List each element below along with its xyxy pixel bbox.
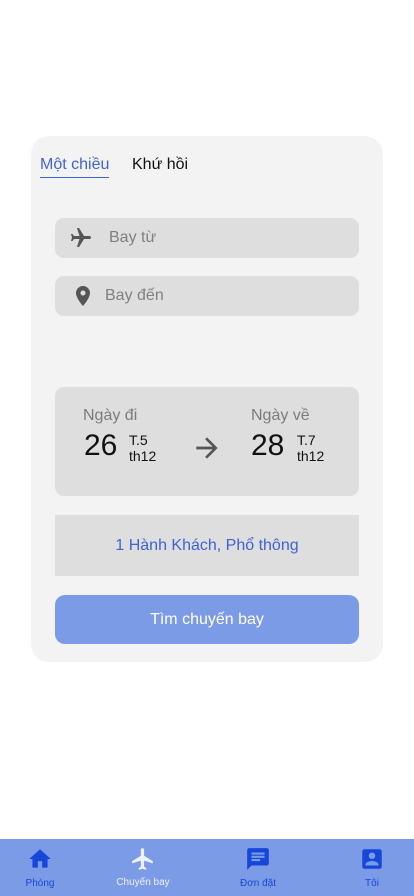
message-icon [247, 848, 269, 870]
return-date-label: Ngày về [251, 407, 310, 424]
nav-item-orders[interactable]: Đơn đặt [218, 839, 298, 896]
nav-label-account: Tôi [365, 878, 379, 889]
return-month: th12 [297, 448, 325, 464]
departure-weekday: T.5 [129, 432, 148, 448]
airplane-icon [132, 848, 153, 870]
nav-item-account[interactable]: Tôi [332, 839, 412, 896]
flight-search-card: Một chiều Khứ hồi Bay từ Bay đến Ngày đi… [31, 136, 383, 662]
return-weekday: T.7 [297, 432, 316, 448]
bottom-navigation: Phòng Chuyến bay Đơn đặt Tôi [0, 839, 414, 896]
airplane-icon [71, 228, 91, 247]
nav-item-flights[interactable]: Chuyến bay [103, 839, 183, 896]
search-flights-button[interactable]: Tìm chuyến bay [55, 595, 359, 644]
nav-label-flights: Chuyến bay [116, 877, 170, 888]
departure-day: 26 [84, 429, 118, 462]
search-flights-label: Tìm chuyến bay [150, 610, 264, 628]
from-airport-placeholder: Bay từ [109, 229, 157, 246]
to-airport-field[interactable]: Bay đến [55, 276, 359, 316]
tab-round-trip[interactable]: Khứ hồi [132, 156, 188, 174]
from-airport-field[interactable]: Bay từ [55, 218, 359, 258]
account-icon [362, 849, 382, 869]
nav-item-home[interactable]: Phòng [0, 839, 80, 896]
return-day: 28 [251, 429, 285, 462]
tab-one-way[interactable]: Một chiều [40, 156, 110, 178]
passengers-class-text: 1 Hành Khách, Phổ thông [115, 536, 299, 554]
date-selector[interactable]: Ngày đi 26 T.5 th12 Ngày về 28 T.7 th12 [55, 387, 359, 496]
to-airport-placeholder: Bay đến [105, 287, 164, 304]
tab-round-trip-label: Khứ hồi [132, 156, 189, 173]
home-icon [29, 849, 51, 868]
location-pin-icon [76, 286, 90, 306]
active-tab-underline [40, 177, 110, 178]
nav-label-home: Phòng [25, 878, 55, 889]
arrow-right-icon [196, 437, 218, 459]
passengers-class-selector[interactable]: 1 Hành Khách, Phổ thông [55, 515, 359, 576]
departure-date-label: Ngày đi [83, 407, 138, 424]
departure-month: th12 [129, 448, 157, 464]
tab-one-way-label: Một chiều [40, 156, 110, 173]
nav-label-orders: Đơn đặt [239, 878, 277, 889]
